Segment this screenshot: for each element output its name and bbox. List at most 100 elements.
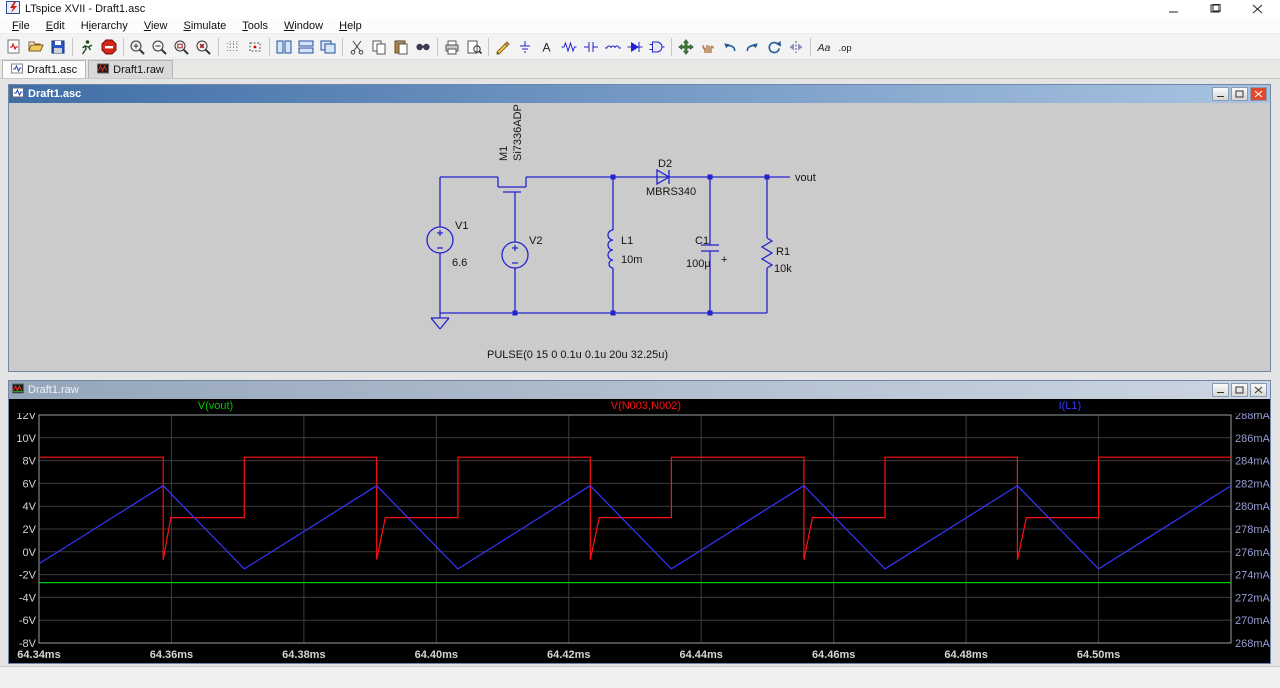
c1-name-label[interactable]: C1 (695, 235, 709, 247)
r1-value-label[interactable]: 10k (774, 263, 792, 275)
diode-icon[interactable] (624, 36, 646, 58)
ground-symbol[interactable] (430, 313, 450, 330)
waveform-minimize-button[interactable] (1212, 383, 1229, 397)
window-maximize-button[interactable] (1208, 3, 1222, 15)
x-axis-tick-label: 64.50ms (1077, 649, 1120, 661)
voltage-source-v2-symbol[interactable] (501, 241, 529, 269)
v1-name-label[interactable]: V1 (455, 220, 468, 232)
save-icon[interactable] (47, 36, 69, 58)
schematic-canvas[interactable]: M1 Si7336ADP V1 6.6 V2 D2 MBRS340 L1 10m… (9, 103, 1270, 371)
zoom-area-icon[interactable] (171, 36, 193, 58)
mosfet-m1-symbol[interactable] (497, 177, 527, 195)
window-minimize-button[interactable] (1166, 3, 1180, 15)
left-axis-tick-label: -2V (19, 570, 37, 582)
m1-model-label[interactable]: Si7336ADP (512, 104, 524, 161)
waveform-window-icon (12, 383, 24, 397)
cascade-icon[interactable] (317, 36, 339, 58)
waveform-close-button[interactable] (1250, 383, 1267, 397)
spice-directive-text[interactable]: PULSE(0 15 0 0.1u 0.1u 20u 32.25u) (487, 349, 668, 361)
right-axis-tick-label: 288mA (1235, 413, 1270, 422)
m1-name-label[interactable]: M1 (498, 146, 510, 161)
x-axis-tick-label: 64.46ms (812, 649, 855, 661)
ground-icon[interactable] (514, 36, 536, 58)
menu-simulate[interactable]: Simulate (175, 20, 234, 32)
c1-value-label[interactable]: 100µ (686, 258, 711, 270)
l1-value-label[interactable]: 10m (621, 254, 642, 266)
voltage-source-v1-symbol[interactable] (426, 226, 454, 254)
waveform-plot[interactable]: 12V 288mA 10V 286mA 8V 284mA 6V 282mA 4V 280mA 2V 2… (9, 410, 1270, 663)
tab-draft1-raw[interactable]: Draft1.raw (88, 60, 173, 78)
toolbar-separator (671, 37, 672, 56)
schematic-minimize-button[interactable] (1212, 87, 1229, 101)
waveform-pane[interactable]: V(vout) V(N003,N002) I(L1) 12V 288mA 10V 286m… (9, 399, 1271, 663)
legend-V(N003,N002)[interactable]: V(N003,N002) (611, 400, 681, 412)
legend-I(L1)[interactable]: I(L1) (1059, 400, 1082, 412)
menu-hierarchy[interactable]: Hierarchy (73, 20, 136, 32)
find-icon[interactable] (412, 36, 434, 58)
menu-tools[interactable]: Tools (234, 20, 276, 32)
d2-model-label[interactable]: MBRS340 (646, 186, 696, 198)
x-axis-tick-label: 64.48ms (944, 649, 987, 661)
capacitor-icon[interactable] (580, 36, 602, 58)
d2-name-label[interactable]: D2 (658, 158, 672, 170)
component-icon[interactable] (646, 36, 668, 58)
waveform-window-titlebar[interactable]: Draft1.raw (9, 381, 1270, 399)
paste-icon[interactable] (390, 36, 412, 58)
r1-name-label[interactable]: R1 (776, 246, 790, 258)
cut-icon[interactable] (346, 36, 368, 58)
rotate-icon[interactable] (763, 36, 785, 58)
label-net-icon[interactable]: A (536, 36, 558, 58)
spice-directive-icon[interactable]: .op (836, 36, 858, 58)
redo-icon[interactable] (741, 36, 763, 58)
x-axis-tick-label: 64.36ms (150, 649, 193, 661)
v2-name-label[interactable]: V2 (529, 235, 542, 247)
menu-file[interactable]: File (4, 20, 38, 32)
resistor-icon[interactable] (558, 36, 580, 58)
menu-view[interactable]: View (136, 20, 176, 32)
v1-value-label[interactable]: 6.6 (452, 257, 467, 269)
tile-vertical-icon[interactable] (273, 36, 295, 58)
text-icon[interactable]: Aa (814, 36, 836, 58)
inductor-l1-symbol[interactable] (607, 229, 614, 269)
window-close-button[interactable] (1250, 3, 1264, 15)
halt-icon[interactable] (98, 36, 120, 58)
menu-help[interactable]: Help (331, 20, 370, 32)
grid-icon[interactable] (222, 36, 244, 58)
schematic-restore-button[interactable] (1231, 87, 1248, 101)
drag-icon[interactable] (697, 36, 719, 58)
schematic-window-titlebar[interactable]: Draft1.asc (9, 85, 1270, 103)
schematic-window-icon (12, 87, 24, 101)
zoom-full-icon[interactable] (193, 36, 215, 58)
tab-draft1-asc[interactable]: Draft1.asc (2, 60, 87, 78)
zoom-in-icon[interactable] (127, 36, 149, 58)
l1-name-label[interactable]: L1 (621, 235, 633, 247)
resistor-r1-symbol[interactable] (760, 237, 774, 269)
trace-V(N003,N002)[interactable] (39, 456, 1231, 560)
print-icon[interactable] (441, 36, 463, 58)
right-axis-tick-label: 274mA (1235, 570, 1270, 582)
wire-segments[interactable] (439, 176, 790, 314)
right-axis-tick-label: 276mA (1235, 547, 1270, 559)
zoom-back-icon[interactable] (149, 36, 171, 58)
undo-icon[interactable] (719, 36, 741, 58)
net-label-vout[interactable]: vout (795, 172, 816, 184)
mark-unconnected-icon[interactable] (244, 36, 266, 58)
waveform-restore-button[interactable] (1231, 383, 1248, 397)
schematic-drawing[interactable]: M1 Si7336ADP V1 6.6 V2 D2 MBRS340 L1 10m… (9, 103, 1270, 371)
wire-icon[interactable] (492, 36, 514, 58)
move-icon[interactable] (675, 36, 697, 58)
inductor-icon[interactable] (602, 36, 624, 58)
legend-V(vout)[interactable]: V(vout) (198, 400, 233, 412)
menu-window[interactable]: Window (276, 20, 331, 32)
print-preview-icon[interactable] (463, 36, 485, 58)
mirror-icon[interactable] (785, 36, 807, 58)
copy-icon[interactable] (368, 36, 390, 58)
new-schematic-icon[interactable] (3, 36, 25, 58)
toolbar: A Aa .op (0, 34, 1280, 60)
open-icon[interactable] (25, 36, 47, 58)
schematic-close-button[interactable] (1250, 87, 1267, 101)
run-icon[interactable] (76, 36, 98, 58)
menu-edit[interactable]: Edit (38, 20, 73, 32)
trace-I(L1)[interactable] (38, 484, 1232, 570)
tile-horizontal-icon[interactable] (295, 36, 317, 58)
